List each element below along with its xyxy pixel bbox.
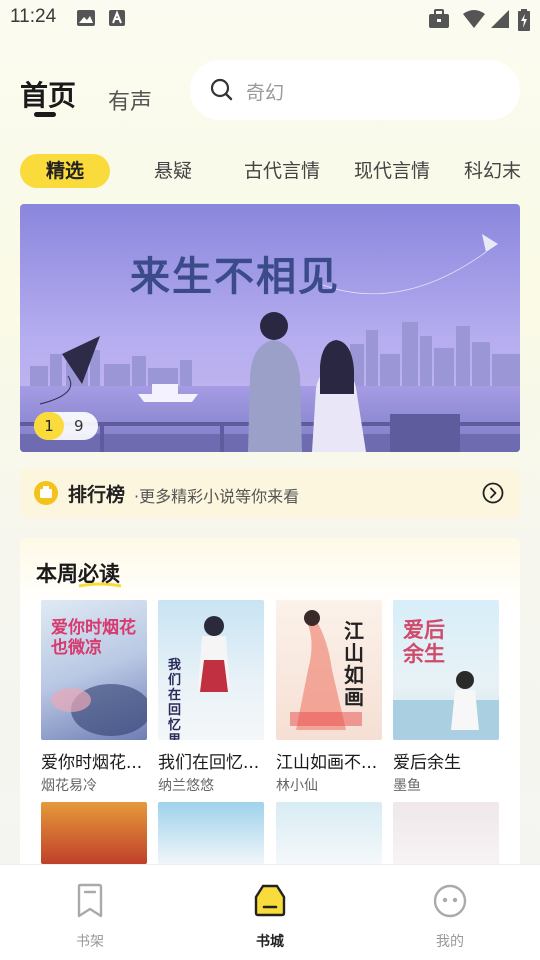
face-icon — [433, 884, 467, 923]
search-icon — [210, 78, 234, 106]
nav-bookstore[interactable]: 书城 — [230, 883, 310, 950]
app-notification-icon — [108, 9, 126, 31]
store-icon — [253, 884, 287, 923]
ranking-bar[interactable]: 排行榜 ·更多精彩小说等你来看 — [20, 468, 520, 518]
nav-label: 书架 — [76, 934, 104, 950]
book-author: 烟花易冷 — [41, 778, 97, 794]
book-cover: 我们在回忆里相忘 — [158, 600, 264, 740]
tab-home[interactable]: 首页 — [20, 74, 76, 114]
book-title: 爱后余生 — [393, 753, 461, 773]
banner-carousel[interactable]: 来生不相见 1 9 — [20, 204, 520, 452]
book-author: 林小仙 — [276, 778, 318, 794]
status-bar: 11:24 — [0, 0, 540, 36]
book-title: 我们在回忆... — [158, 753, 260, 773]
book-cover[interactable] — [158, 802, 264, 864]
briefcase-icon — [428, 9, 450, 33]
search-placeholder: 奇幻 — [246, 82, 285, 104]
image-notification-icon — [76, 9, 96, 31]
book-cover: 爱你时烟花也微凉 — [41, 600, 147, 740]
book-cover[interactable] — [393, 802, 499, 864]
tab-audio[interactable]: 有声 — [108, 84, 152, 116]
ranking-title: 排行榜 — [68, 484, 126, 506]
category-suspense[interactable]: 悬疑 — [154, 154, 192, 188]
book-card[interactable]: 江山如画 江山如画不... 林小仙 — [276, 600, 382, 795]
category-ancient-romance[interactable]: 古代言情 — [244, 154, 320, 188]
book-card[interactable]: 我们在回忆里相忘 我们在回忆... 纳兰悠悠 — [158, 600, 264, 795]
nav-profile[interactable]: 我的 — [410, 883, 490, 950]
book-author: 墨鱼 — [393, 778, 421, 794]
book-cover[interactable] — [276, 802, 382, 864]
signal-icon — [490, 9, 510, 33]
weekly-must-read-section: 本周必读 爱你时烟花也微凉 爱你时烟花... 烟花易冷 我们在回忆里相忘 我们在… — [20, 538, 520, 878]
pager-current: 1 — [34, 412, 64, 440]
battery-icon — [518, 9, 530, 35]
search-input[interactable]: 奇幻 — [190, 60, 520, 120]
nav-label: 书城 — [256, 934, 284, 950]
pager-total: 9 — [74, 417, 84, 435]
book-title: 江山如画不... — [276, 753, 378, 773]
banner-title: 来生不相见 — [130, 253, 340, 300]
book-cover[interactable] — [41, 802, 147, 864]
active-tab-indicator — [34, 112, 56, 117]
ranking-icon — [34, 481, 58, 509]
category-scifi[interactable]: 科幻末 — [464, 154, 521, 188]
category-featured[interactable]: 精选 — [20, 154, 110, 188]
banner-image — [20, 204, 520, 452]
book-card[interactable]: 爱后余生 爱后余生 墨鱼 — [393, 600, 499, 795]
book-card[interactable]: 爱你时烟花也微凉 爱你时烟花... 烟花易冷 — [41, 600, 147, 795]
book-cover: 爱后余生 — [393, 600, 499, 740]
wifi-icon — [462, 9, 486, 33]
chevron-right-icon[interactable] — [482, 482, 504, 508]
category-modern-romance[interactable]: 现代言情 — [354, 154, 430, 188]
nav-label: 我的 — [436, 934, 464, 950]
status-time: 11:24 — [10, 6, 57, 27]
section-title: 本周必读 — [36, 562, 120, 586]
nav-bookshelf[interactable]: 书架 — [50, 883, 130, 950]
book-author: 纳兰悠悠 — [158, 778, 214, 794]
bookmark-icon — [75, 883, 105, 923]
book-cover: 江山如画 — [276, 600, 382, 740]
carousel-pager: 1 9 — [34, 412, 98, 440]
book-title: 爱你时烟花... — [41, 753, 143, 773]
ranking-subtitle: ·更多精彩小说等你来看 — [134, 487, 300, 506]
bottom-navigation: 书架 书城 我的 — [0, 864, 540, 960]
